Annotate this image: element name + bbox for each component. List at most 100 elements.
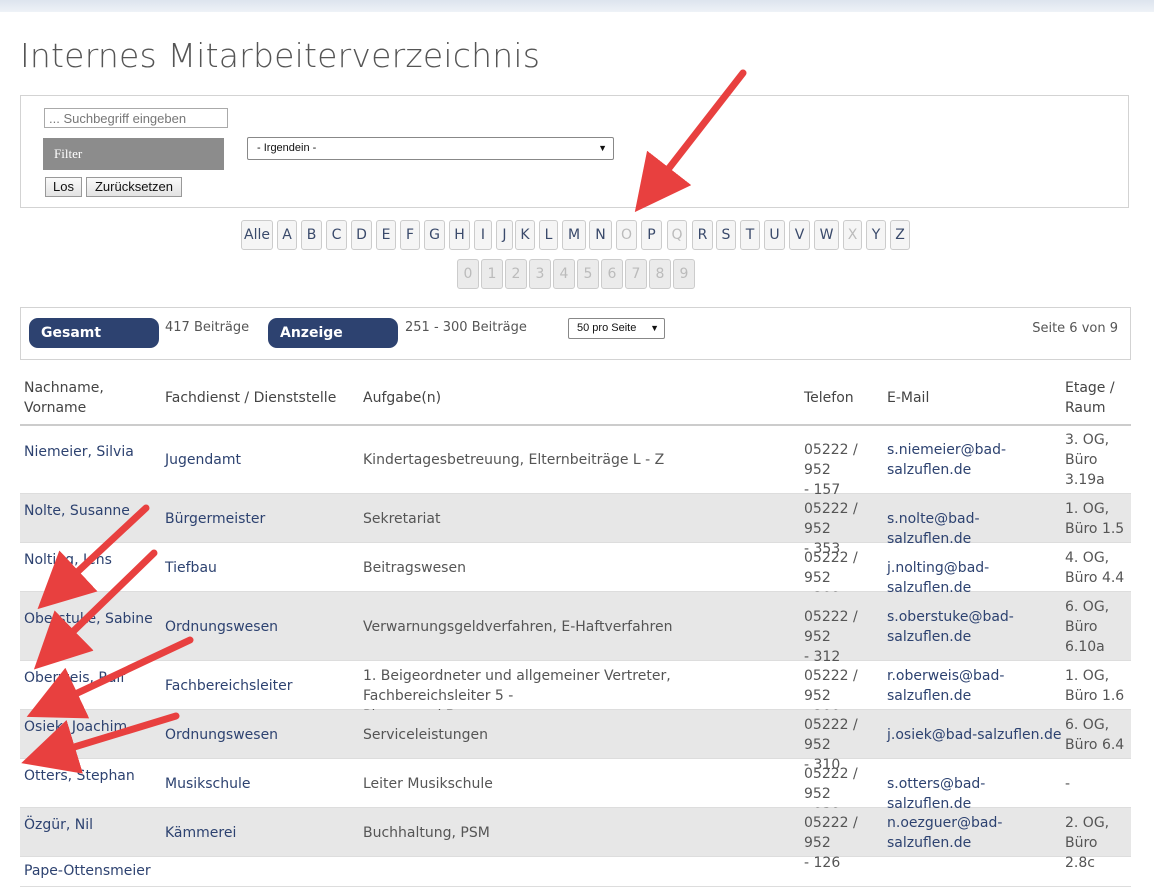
table-row: Oberweis, Ralf Fachbereichsleiter 1. Beige… [20,661,1131,724]
table-row: Niemeier, Silvia Jugendamt Kindertagesbetr… [20,426,1131,498]
alpha-button-alle[interactable]: Alle [241,220,273,250]
header-phone[interactable]: Telefon [804,388,854,408]
alpha-button-u[interactable]: U [764,220,785,250]
staff-name[interactable]: Nolting, Jens [24,550,112,570]
number-button-2: 2 [505,259,527,289]
search-input[interactable] [44,108,228,128]
dropdown-arrow-icon: ▼ [598,143,607,153]
staff-name[interactable]: Nolte, Susanne [24,501,130,521]
number-button-7: 7 [625,259,647,289]
per-page-select[interactable]: 50 pro Seite ▼ [568,318,665,339]
alpha-button-x: X [843,220,862,250]
alpha-button-y[interactable]: Y [866,220,886,250]
alpha-button-h[interactable]: H [449,220,470,250]
staff-department[interactable]: Tiefbau [165,558,217,578]
staff-task: Verwarnungsgeldverfahren, E-Haftverfahre… [363,619,673,635]
staff-email[interactable]: n.oezguer@bad- salzuflen.de [887,813,1062,853]
alpha-button-o: O [616,220,637,250]
header-task[interactable]: Aufgabe(n) [363,388,441,408]
staff-task: Serviceleistungen [363,727,489,743]
header-room[interactable]: Etage / Raum [1065,378,1115,418]
alpha-button-j[interactable]: J [496,220,513,250]
header-name[interactable]: Nachname, Vorname [24,378,104,418]
staff-phone: 05222 / 952 - 312 [804,609,858,665]
header-mail[interactable]: E-Mail [887,388,929,408]
staff-email[interactable]: r.oberweis@bad- salzuflen.de [887,666,1062,706]
number-button-5: 5 [577,259,599,289]
staff-department[interactable]: Fachbereichsleiter [165,676,292,696]
alpha-button-g[interactable]: G [424,220,445,250]
staff-name[interactable]: Oberstuke, Sabine [24,609,153,629]
table-row: Otters, Stephan Musikschule Leiter Musiksc… [20,759,1131,822]
staff-email[interactable]: s.niemeier@bad- salzuflen.de [887,440,1062,480]
staff-name[interactable]: Özgür, Nil [24,815,93,835]
alpha-button-s[interactable]: S [716,220,736,250]
staff-room: 1. OG, Büro 1.6 [1065,668,1125,704]
staff-email[interactable]: j.osiek@bad-salzuflen.de [887,725,1062,745]
number-button-3: 3 [529,259,551,289]
filter-label: Filter [43,138,224,170]
alpha-button-p[interactable]: P [641,220,662,250]
per-page-value: 50 pro Seite [577,322,637,334]
staff-department[interactable]: Ordnungswesen [165,617,278,637]
staff-name[interactable]: Niemeier, Silvia [24,442,134,462]
staff-task: Beitragswesen [363,560,466,576]
staff-room: 1. OG, Büro 1.5 [1065,501,1125,537]
alpha-button-b[interactable]: B [301,220,322,250]
staff-department[interactable]: Jugendamt [165,450,241,470]
staff-department[interactable]: Kämmerei [165,823,236,843]
staff-name[interactable]: Osiek, Joachim [24,717,127,737]
staff-department[interactable]: Bürgermeister [165,509,265,529]
alpha-button-r[interactable]: R [692,220,713,250]
staff-name[interactable]: Otters, Stephan [24,766,135,786]
go-button[interactable]: Los [45,177,82,197]
staff-email[interactable]: s.oberstuke@bad- salzuflen.de [887,607,1062,647]
reset-button[interactable]: Zurücksetzen [86,177,182,197]
dropdown-arrow-icon: ▼ [650,323,659,333]
table-row: Osiek, Joachim Ordnungswesen Serviceleistu… [20,710,1131,773]
alpha-button-a[interactable]: A [277,220,297,250]
alpha-button-w[interactable]: W [814,220,839,250]
alpha-button-l[interactable]: L [539,220,558,250]
staff-task: Buchhaltung, PSM [363,825,490,841]
alpha-button-t[interactable]: T [740,220,760,250]
category-select[interactable]: - Irgendein - ▼ [247,137,614,160]
staff-department[interactable]: Ordnungswesen [165,725,278,745]
staff-department[interactable]: Musikschule [165,774,250,794]
total-value: 417 Beiträge [165,320,250,335]
alpha-button-i[interactable]: I [474,220,492,250]
page-info: Seite 6 von 9 [1032,321,1118,336]
alpha-button-d[interactable]: D [351,220,372,250]
number-button-0: 0 [457,259,479,289]
alpha-button-c[interactable]: C [326,220,347,250]
staff-room: 3. OG, Büro 3.19a [1065,432,1110,488]
alpha-button-k[interactable]: K [515,220,535,250]
staff-phone: 05222 / 952 - 157 [804,442,858,498]
alpha-button-q: Q [667,220,687,250]
table-row: Pape-Ottensmeier [20,857,1131,887]
view-label: Anzeige [268,318,398,348]
number-button-6: 6 [601,259,623,289]
table-row: Özgür, Nil Kämmerei Buchhaltung, PSM 05222 … [20,808,1131,871]
alpha-button-e[interactable]: E [376,220,396,250]
table-row: Oberstuke, Sabine Ordnungswesen Verwarnung… [20,592,1131,665]
staff-room: 6. OG, Büro 6.4 [1065,717,1125,753]
number-button-8: 8 [649,259,671,289]
table-row: Nolte, Susanne Bürgermeister Sekretariat 05… [20,494,1131,557]
alpha-button-f[interactable]: F [400,220,420,250]
staff-name[interactable]: Oberweis, Ralf [24,668,125,688]
staff-task: Sekretariat [363,511,441,527]
number-button-9: 9 [673,259,695,289]
staff-room: 4. OG, Büro 4.4 [1065,550,1125,586]
alpha-button-n[interactable]: N [589,220,612,250]
staff-task: Leiter Musikschule [363,776,493,792]
total-label: Gesamt [29,318,159,348]
alpha-button-m[interactable]: M [562,220,586,250]
alpha-button-v[interactable]: V [789,220,810,250]
number-button-4: 4 [553,259,575,289]
staff-name[interactable]: Pape-Ottensmeier [24,861,151,881]
header-dept[interactable]: Fachdienst / Dienststelle [165,388,336,408]
table-row: Nolting, Jens Tiefbau Beitragswesen 05222 /… [20,543,1131,606]
alpha-button-z[interactable]: Z [890,220,910,250]
top-bar [0,0,1154,12]
